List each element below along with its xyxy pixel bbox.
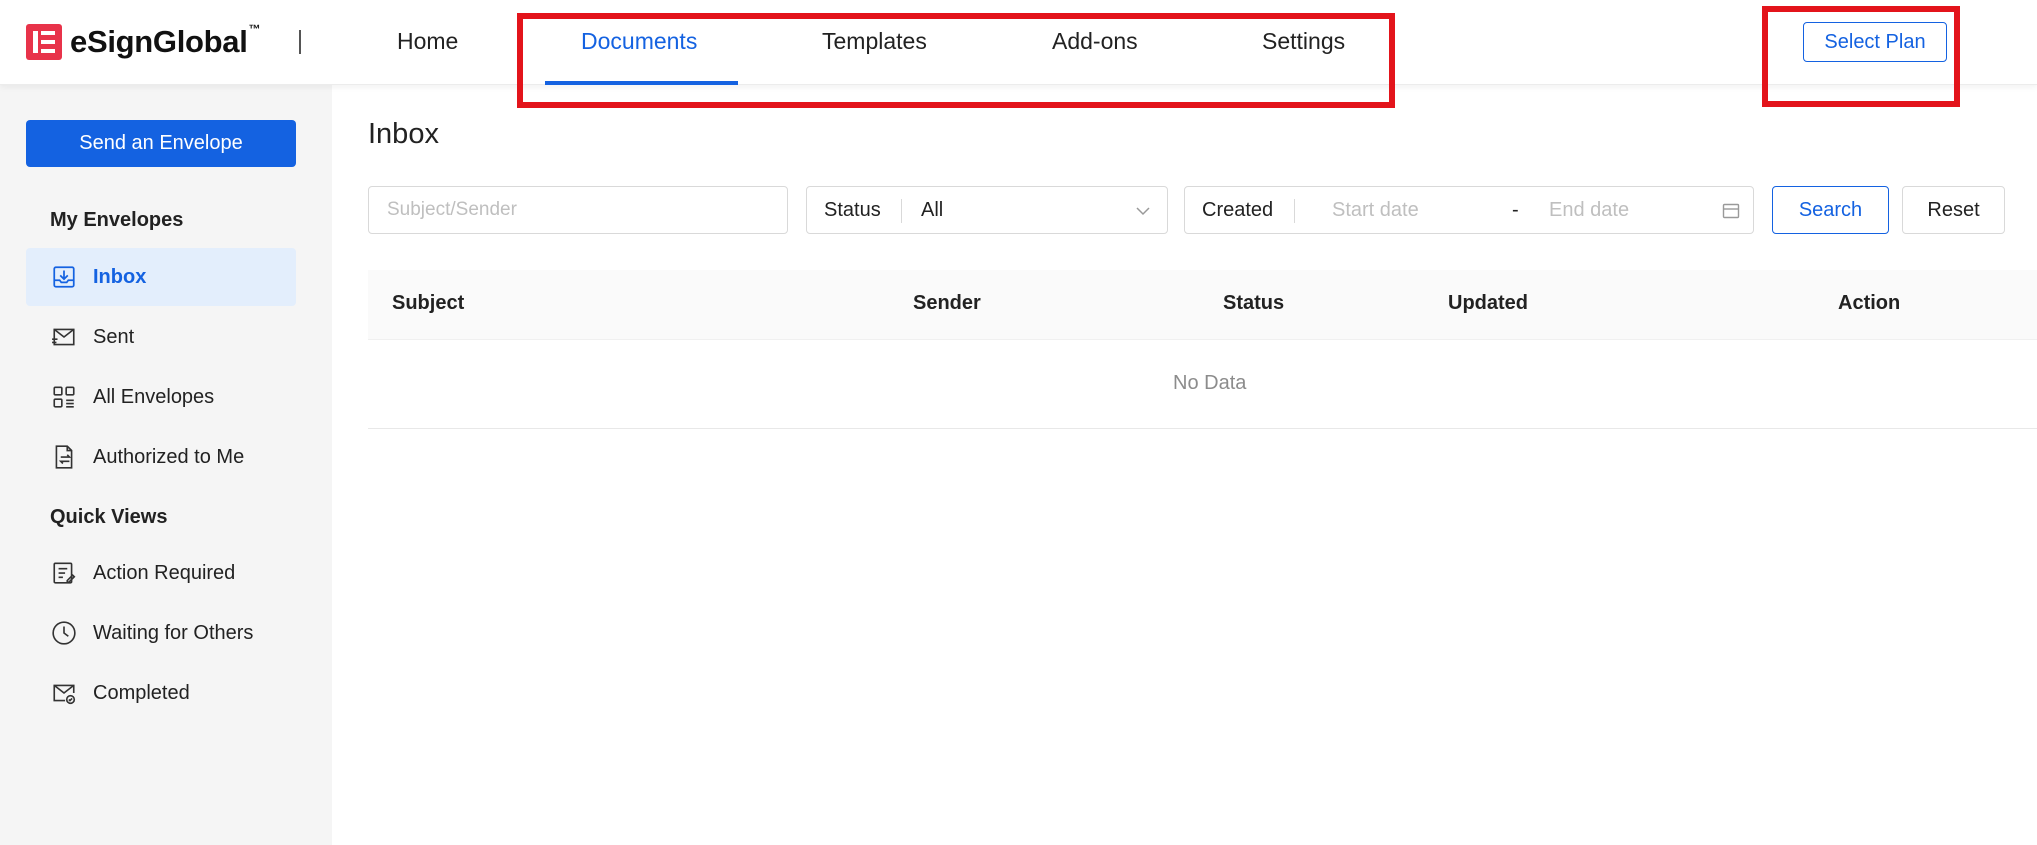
- page-title: Inbox: [368, 118, 439, 150]
- sidebar-item-label: Authorized to Me: [93, 445, 245, 468]
- sent-envelope-icon: [51, 324, 77, 350]
- reset-button[interactable]: Reset: [1902, 186, 2005, 234]
- logo-mark-icon: [26, 24, 62, 60]
- sidebar: Send an Envelope My Envelopes Inbox Sent…: [0, 85, 332, 845]
- subject-sender-input[interactable]: [369, 187, 787, 233]
- document-transfer-icon: [51, 444, 77, 470]
- chevron-down-icon: [1136, 207, 1150, 216]
- status-separator: [901, 199, 902, 223]
- sidebar-item-label: Completed: [93, 681, 190, 704]
- created-date-range[interactable]: Created Start date - End date: [1184, 186, 1754, 234]
- grid-list-icon: [51, 384, 77, 410]
- logo-divider: [299, 30, 301, 54]
- empty-state-text: No Data: [1173, 372, 1247, 394]
- created-label: Created: [1202, 199, 1274, 221]
- sidebar-item-all-envelopes[interactable]: All Envelopes: [26, 368, 296, 426]
- top-header: eSignGlobal™ Home Documents Templates Ad…: [0, 0, 2037, 85]
- nav-home[interactable]: Home: [397, 28, 458, 55]
- section-quick-views: Quick Views: [50, 506, 168, 528]
- column-header-action: Action: [1838, 292, 1901, 314]
- sidebar-item-sent[interactable]: Sent: [26, 308, 296, 366]
- column-header-sender[interactable]: Sender: [913, 292, 981, 315]
- send-envelope-button[interactable]: Send an Envelope: [26, 120, 296, 167]
- nav-add-ons[interactable]: Add-ons: [1052, 28, 1138, 55]
- sidebar-item-label: All Envelopes: [93, 385, 215, 408]
- empty-table-row: No Data: [368, 340, 2037, 429]
- nav-settings[interactable]: Settings: [1262, 28, 1345, 55]
- edit-list-icon: [51, 560, 77, 586]
- column-header-status[interactable]: Status: [1223, 292, 1284, 315]
- column-header-updated[interactable]: Updated: [1448, 292, 1528, 315]
- table-header: Subject Sender Status Updated Action: [368, 270, 2037, 340]
- status-select[interactable]: Status All: [806, 186, 1168, 234]
- end-date-input[interactable]: End date: [1549, 199, 1629, 222]
- select-plan-button[interactable]: Select Plan: [1803, 22, 1947, 62]
- sidebar-item-label: Action Required: [93, 561, 236, 584]
- envelope-check-icon: [51, 680, 77, 706]
- sidebar-item-inbox[interactable]: Inbox: [26, 248, 296, 306]
- brand-name: eSignGlobal™: [70, 22, 261, 59]
- status-value: All: [921, 199, 944, 221]
- inbox-icon: [51, 264, 77, 290]
- date-range-dash: -: [1512, 199, 1519, 221]
- search-button[interactable]: Search: [1772, 186, 1889, 234]
- brand-logo[interactable]: eSignGlobal™: [26, 22, 261, 60]
- nav-templates[interactable]: Templates: [822, 28, 927, 55]
- status-label: Status: [824, 199, 881, 221]
- sidebar-item-label: Sent: [93, 325, 135, 348]
- calendar-icon[interactable]: [1721, 201, 1741, 221]
- nav-active-indicator: [545, 81, 738, 85]
- sidebar-item-waiting-for-others[interactable]: Waiting for Others: [26, 604, 296, 662]
- sidebar-item-action-required[interactable]: Action Required: [26, 544, 296, 602]
- sidebar-item-completed[interactable]: Completed: [26, 664, 296, 722]
- sidebar-item-authorized-to-me[interactable]: Authorized to Me: [26, 428, 296, 486]
- sidebar-item-label: Inbox: [93, 265, 147, 288]
- section-my-envelopes: My Envelopes: [50, 209, 184, 231]
- sidebar-item-label: Waiting for Others: [93, 621, 254, 644]
- created-separator: [1294, 199, 1295, 223]
- column-header-subject[interactable]: Subject: [392, 292, 464, 315]
- nav-documents[interactable]: Documents: [581, 28, 697, 55]
- clock-icon: [51, 620, 77, 646]
- subject-sender-field[interactable]: [368, 186, 788, 234]
- start-date-input[interactable]: Start date: [1332, 199, 1419, 222]
